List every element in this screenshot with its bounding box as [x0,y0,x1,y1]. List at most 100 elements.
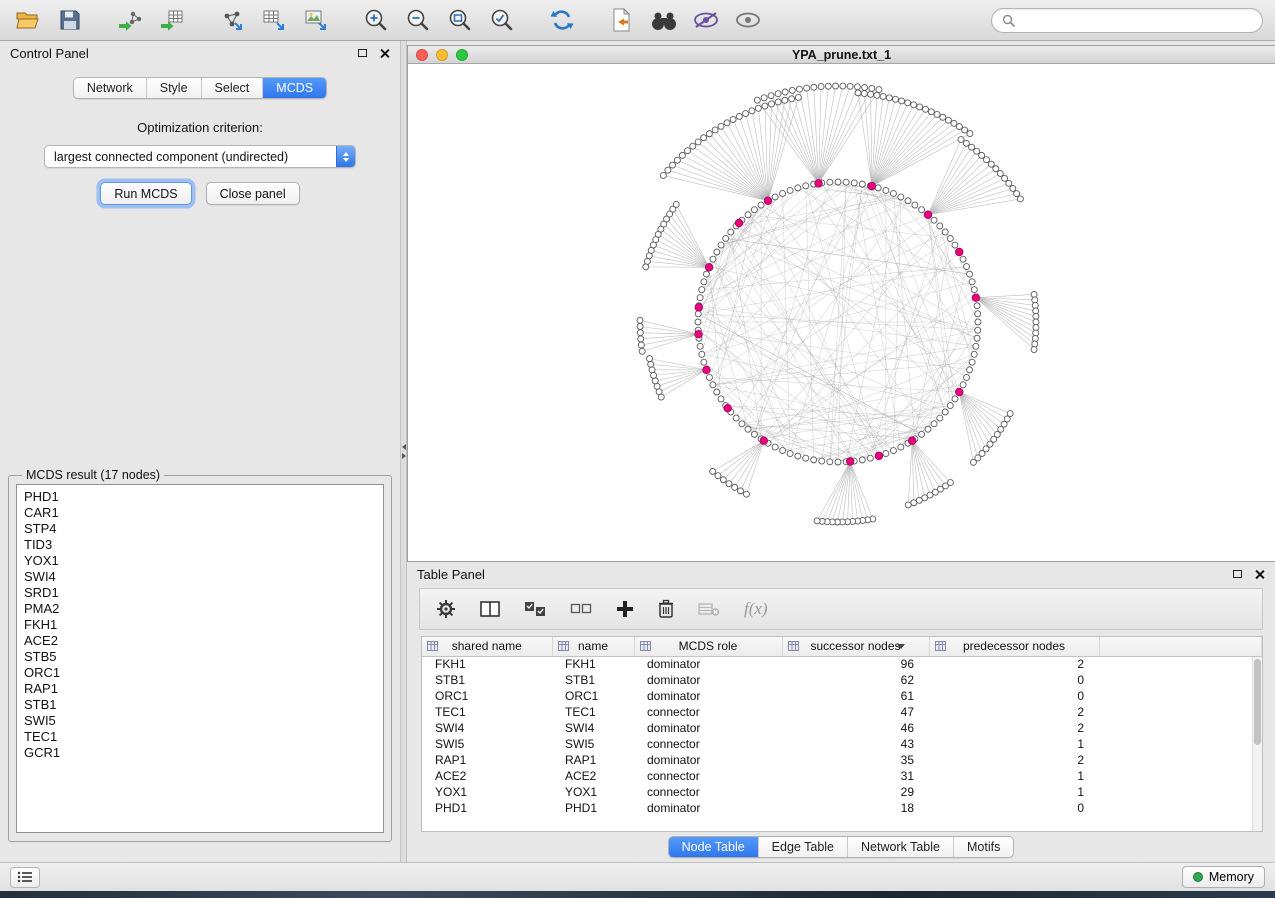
mcds-result-item[interactable]: STB1 [24,697,383,713]
table-row[interactable]: SWI5SWI5connector431 [422,736,1262,752]
tab-network-table[interactable]: Network Table [847,837,953,857]
zoom-traffic-light[interactable] [456,49,468,61]
new-network-button[interactable] [214,4,250,36]
export-image-button[interactable] [298,4,334,36]
open-file-button[interactable] [10,4,46,36]
table-row[interactable]: YOX1YOX1connector291 [422,784,1262,800]
select-all-button[interactable] [522,599,548,620]
close-table-panel-icon[interactable] [1254,569,1265,580]
new-table-button[interactable] [256,4,292,36]
float-panel-icon[interactable] [358,49,367,57]
mcds-result-item[interactable]: CAR1 [24,505,383,521]
mcds-result-item[interactable]: PHD1 [24,489,383,505]
gear-icon [436,599,456,619]
mcds-result-item[interactable]: PMA2 [24,601,383,617]
run-mcds-button[interactable]: Run MCDS [100,182,191,205]
panel-splitter[interactable] [400,41,407,862]
zoom-out-button[interactable] [400,4,436,36]
tab-select[interactable]: Select [201,78,263,98]
tab-network[interactable]: Network [74,78,146,98]
table-scrollbar-thumb[interactable] [1254,659,1261,745]
mcds-result-item[interactable]: ORC1 [24,665,383,681]
column-type-icon [640,641,651,651]
mcds-result-item[interactable]: ACE2 [24,633,383,649]
search-input[interactable] [1021,13,1252,29]
table-row[interactable]: PHD1PHD1dominator180 [422,800,1262,816]
network-window-titlebar[interactable]: YPA_prune.txt_1 [408,46,1275,64]
share-document-button[interactable] [604,4,640,36]
table-row[interactable]: STB1STB1dominator620 [422,672,1262,688]
optimization-criterion-select[interactable]: largest connected component (undirected) [44,145,356,168]
tab-style[interactable]: Style [146,78,201,98]
mcds-result-item[interactable]: SWI4 [24,569,383,585]
control-panel-tabs: Network Style Select MCDS [73,77,327,99]
table-row[interactable]: TEC1TEC1connector472 [422,704,1262,720]
mcds-result-list[interactable]: PHD1CAR1STP4TID3YOX1SWI4SRD1PMA2FKH1ACE2… [16,484,384,833]
mcds-result-item[interactable]: SWI5 [24,713,383,729]
memory-label: Memory [1209,870,1254,884]
float-table-panel-icon[interactable] [1233,570,1242,578]
column-header-shared-name[interactable]: shared name [422,637,552,656]
show-elements-button[interactable] [730,4,766,36]
table-scrollbar[interactable] [1252,657,1262,831]
add-column-button[interactable] [614,598,636,620]
new-network-toolbar-group [214,4,334,36]
eye-icon [735,11,761,29]
function-builder-button[interactable]: f(x) [742,597,770,621]
delete-column-button[interactable] [656,597,676,621]
import-network-button[interactable] [112,4,148,36]
save-session-button[interactable] [52,4,88,36]
table-row[interactable]: SWI4SWI4dominator462 [422,720,1262,736]
zoom-selected-button[interactable] [484,4,520,36]
main-toolbar [0,0,1275,41]
table-row[interactable]: ORC1ORC1dominator610 [422,688,1262,704]
minimize-traffic-light[interactable] [436,49,448,61]
network-graph-svg[interactable] [408,64,1275,561]
refresh-icon [549,7,575,33]
mcds-result-item[interactable]: FKH1 [24,617,383,633]
mcds-result-item[interactable]: TID3 [24,537,383,553]
hide-elements-button[interactable] [688,4,724,36]
column-header-predecessor-nodes[interactable]: predecessor nodes [929,637,1099,656]
close-traffic-light[interactable] [416,49,428,61]
save-icon [59,9,81,31]
splitter-collapse-right-icon[interactable] [402,453,406,459]
tab-mcds[interactable]: MCDS [262,78,326,98]
table-row[interactable]: RAP1RAP1dominator352 [422,752,1262,768]
view-toolbar-group [604,4,766,36]
close-panel-button[interactable]: Close panel [206,182,300,205]
import-table-button[interactable] [154,4,190,36]
find-button[interactable] [646,4,682,36]
table-row[interactable]: FKH1FKH1dominator962 [422,656,1262,672]
close-panel-icon[interactable] [379,48,390,59]
node-table: shared name name MCDS role [422,637,1262,816]
mcds-result-item[interactable]: RAP1 [24,681,383,697]
tab-motifs[interactable]: Motifs [953,837,1013,857]
columns-icon [480,600,500,618]
mcds-result-item[interactable]: GCR1 [24,745,383,761]
search-icon [1002,14,1015,27]
zoom-in-button[interactable] [358,4,394,36]
tab-edge-table[interactable]: Edge Table [758,837,847,857]
tab-node-table[interactable]: Node Table [669,837,758,857]
clear-table-button[interactable] [696,599,722,619]
mcds-result-item[interactable]: SRD1 [24,585,383,601]
mcds-result-item[interactable]: TEC1 [24,729,383,745]
table-row[interactable]: ACE2ACE2connector311 [422,768,1262,784]
splitter-collapse-left-icon[interactable] [402,444,406,450]
table-settings-button[interactable] [434,597,458,621]
dropdown-stepper-icon [336,146,355,167]
column-header-mcds-role[interactable]: MCDS role [634,637,782,656]
deselect-all-button[interactable] [568,600,594,618]
column-header-successor-nodes[interactable]: successor nodes [782,637,929,656]
mcds-result-item[interactable]: YOX1 [24,553,383,569]
mcds-result-item[interactable]: STP4 [24,521,383,537]
column-header-name[interactable]: name [552,637,634,656]
apply-layout-button[interactable] [544,4,580,36]
column-visibility-button[interactable] [478,598,502,620]
zoom-fit-button[interactable] [442,4,478,36]
task-history-button[interactable] [10,867,40,888]
mcds-result-item[interactable]: STB5 [24,649,383,665]
memory-button[interactable]: Memory [1182,866,1265,888]
control-panel-title: Control Panel [10,46,358,61]
